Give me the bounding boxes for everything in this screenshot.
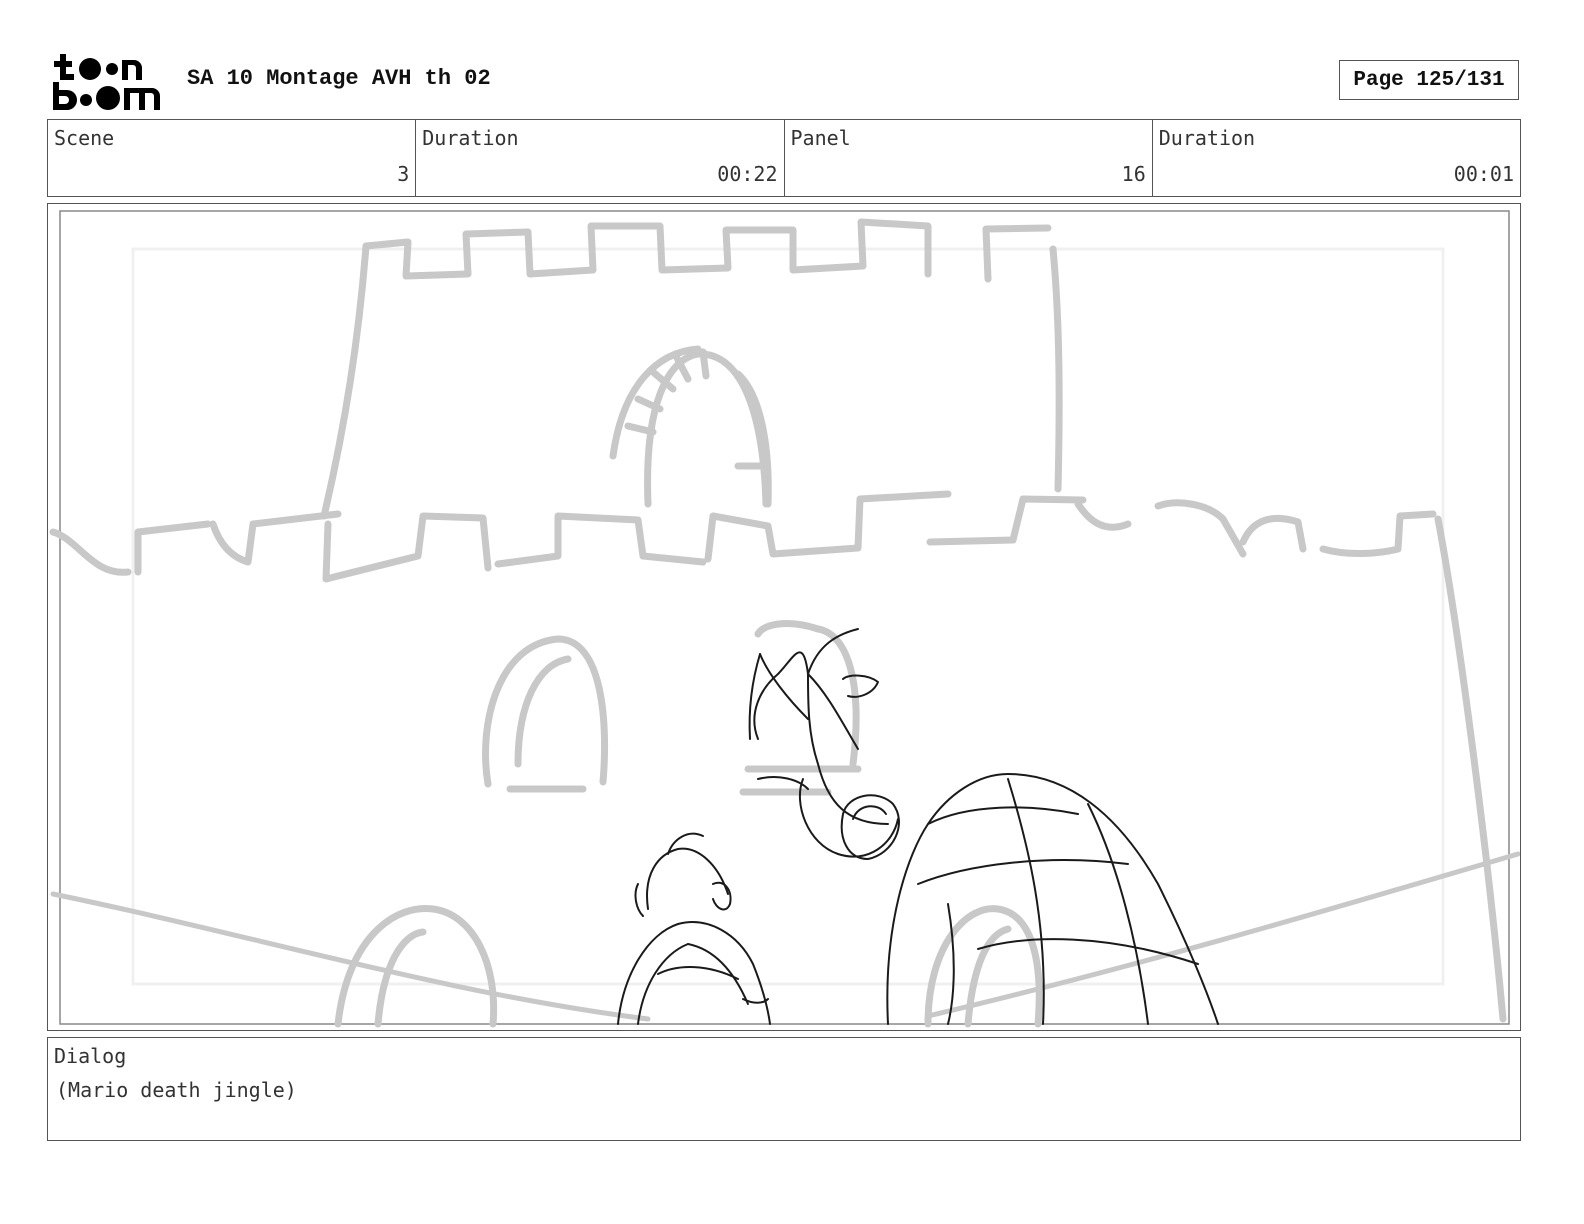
panel-duration-label: Duration <box>1158 126 1256 150</box>
safe-area-frame <box>131 247 1445 986</box>
dialog-box: Dialog (Mario death jingle) <box>47 1037 1521 1141</box>
panel-value: 16 <box>1121 162 1146 186</box>
panel-duration-value: 00:01 <box>1453 162 1514 186</box>
panel-cell: Panel 16 <box>785 120 1153 196</box>
castle-sketch <box>49 218 1520 1028</box>
scene-info-row: Scene 3 Duration 00:22 Panel 16 Duration… <box>47 119 1521 197</box>
panel-duration-cell: Duration 00:01 <box>1153 120 1520 196</box>
scene-duration-cell: Duration 00:22 <box>416 120 785 196</box>
page-indicator: Page 125/131 <box>1339 60 1519 100</box>
toon-boom-logo <box>53 54 160 110</box>
panel-sketch <box>49 210 1520 1028</box>
dialog-label: Dialog <box>54 1044 127 1068</box>
scene-duration-label: Duration <box>422 126 519 150</box>
dialog-text: (Mario death jingle) <box>56 1078 297 1102</box>
scene-duration-value: 00:22 <box>717 162 778 186</box>
scene-label: Scene <box>54 126 115 150</box>
storyboard-panel <box>47 203 1521 1031</box>
inner-frame <box>59 210 1510 1025</box>
storyboard-title: SA 10 Montage AVH th 02 <box>187 66 491 91</box>
scene-value: 3 <box>397 162 410 186</box>
scene-cell: Scene 3 <box>48 120 417 196</box>
panel-label: Panel <box>790 126 851 150</box>
